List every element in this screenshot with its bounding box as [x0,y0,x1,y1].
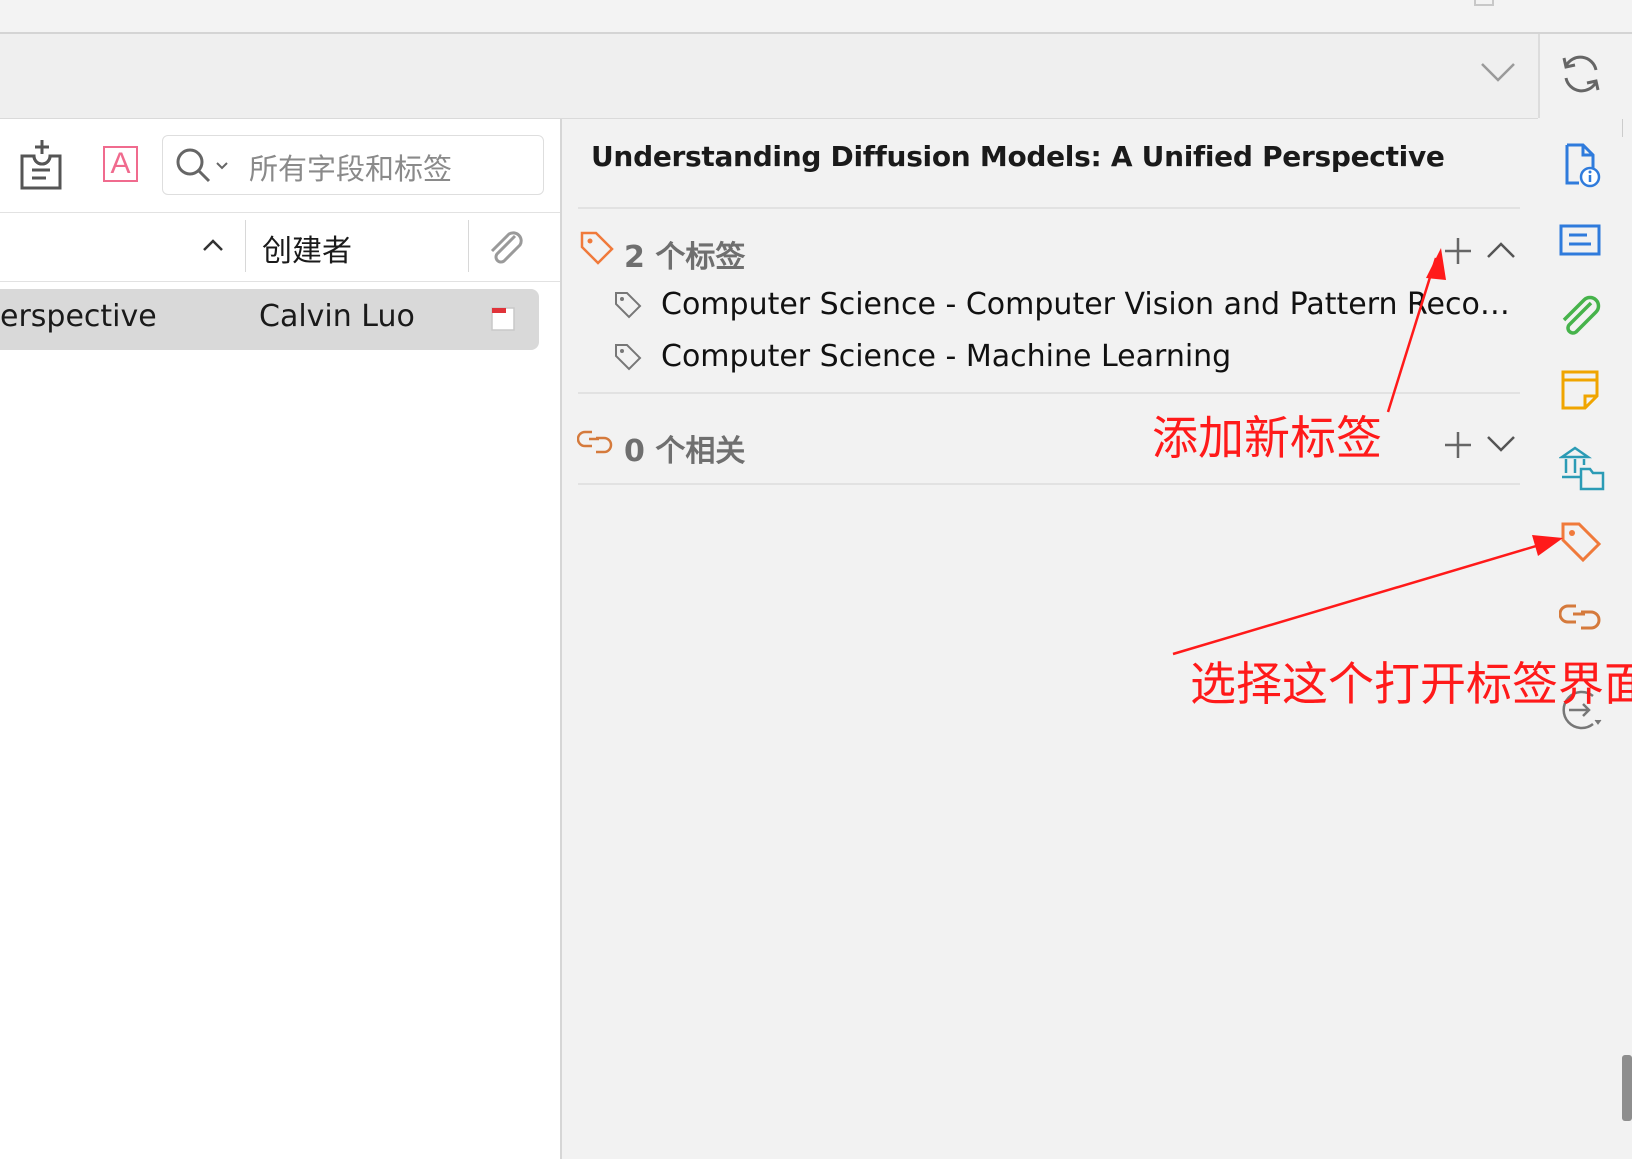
tags-section-nav-icon[interactable] [1559,520,1603,564]
attachments-section-icon[interactable] [1559,295,1601,337]
annotation-open-tags-clip: 选择这个打开标签界面 [1190,648,1632,712]
column-header-creator[interactable]: 创建者 [262,226,352,270]
scrollbar-thumb[interactable] [1622,1055,1632,1121]
related-section-title[interactable]: 0 个相关 [624,426,745,470]
item-title[interactable]: Understanding Diffusion Models: A Unifie… [591,140,1445,173]
annotation-add-tag: 添加新标签 [1152,411,1382,465]
tags-section-title[interactable]: 2 个标签 [624,232,745,276]
toolbar [0,34,1538,119]
scrollbar-track[interactable] [1622,119,1632,137]
side-navigation [1540,119,1632,1159]
search-placeholder: 所有字段和标签 [249,152,453,186]
tag-item-label[interactable]: Computer Science - Computer Vision and P… [661,287,1510,322]
column-separator[interactable] [468,220,469,272]
add-related-icon[interactable] [1443,430,1473,460]
divider [578,392,1520,394]
annotation-open-tags: 选择这个打开标签界面 [1190,657,1632,711]
chevron-down-icon[interactable] [1480,62,1516,84]
divider [578,207,1520,209]
annotation-filter-icon[interactable]: A [103,146,138,182]
divider [578,483,1520,485]
search-icon[interactable] [175,147,233,183]
column-separator[interactable] [245,220,246,272]
attachment-column-icon[interactable] [485,228,525,268]
close-icon[interactable] [1566,0,1590,6]
row-creator: Calvin Luo [259,299,415,334]
tag-item-icon [615,344,642,371]
related-section-nav-icon[interactable] [1559,600,1605,634]
add-tag-icon[interactable] [1443,236,1473,266]
window-title-bar [0,0,1632,34]
maximize-icon[interactable] [1474,0,1494,6]
libraries-collections-icon[interactable] [1559,443,1607,493]
tag-item-label[interactable]: Computer Science - Machine Learning [661,339,1231,374]
sort-ascending-icon[interactable] [202,238,224,252]
toolbar-divider [1538,34,1540,118]
tag-icon [580,231,614,265]
collapse-section-icon[interactable] [1485,240,1517,260]
row-title: erspective [0,299,157,334]
notes-section-icon[interactable] [1559,368,1601,412]
abstract-section-icon[interactable] [1559,222,1601,258]
tag-item-icon [615,292,642,319]
related-icon [577,430,613,454]
new-item-from-identifier-icon[interactable] [18,138,64,192]
pdf-attachment-icon[interactable] [490,306,516,332]
info-section-icon[interactable] [1559,142,1601,188]
sync-icon[interactable] [1560,52,1602,96]
expand-section-icon[interactable] [1485,434,1517,454]
